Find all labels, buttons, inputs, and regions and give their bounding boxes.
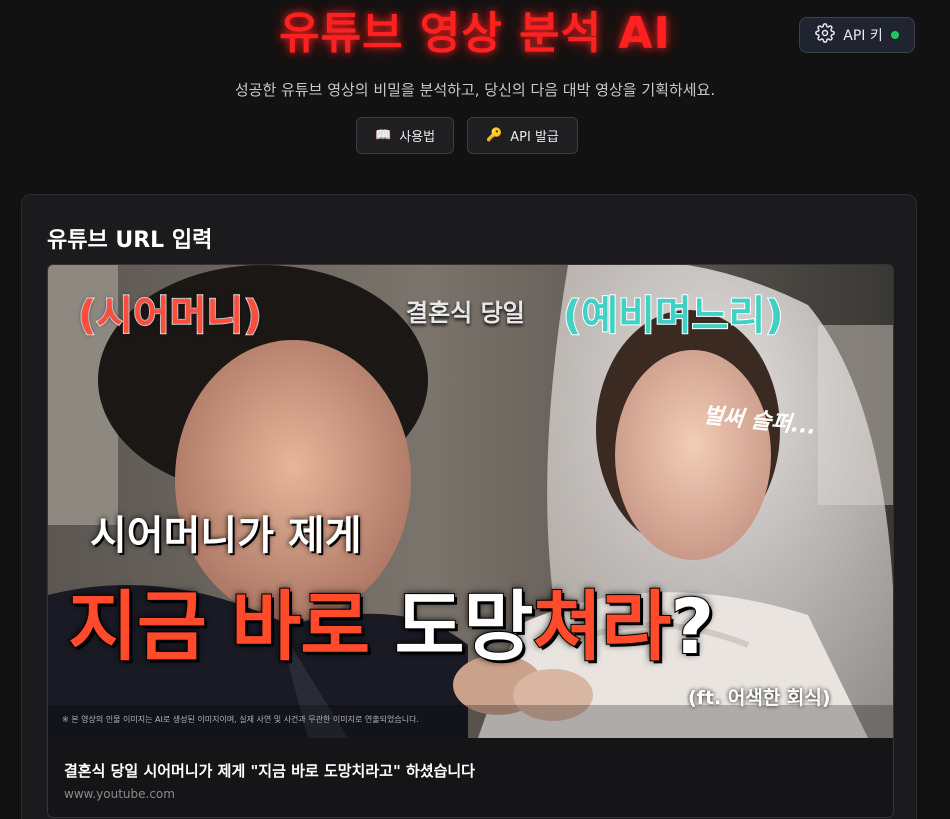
api-key-label: API 키 [843,28,883,44]
gear-icon [815,23,836,47]
usage-guide-label: 사용법 [399,130,436,145]
api-issue-button[interactable]: 🔑 API 발급 [467,117,578,154]
nav-buttons: 📖 사용법 🔑 API 발급 [356,117,578,154]
book-icon: 📖 [375,128,392,143]
thumb-mother-label: (시어머니) [77,292,263,340]
thumb-headline-line2: 지금 바로 도망쳐라? [67,565,715,675]
thumb-bride-label: (예비며느리) [562,292,785,340]
thumb-headline-red2: 쳐라 [531,581,672,672]
url-input-card: 유튜브 URL 입력 (시어머니) 결혼식 당일 (예비며느리) 벌써 슬퍼..… [21,194,917,819]
api-issue-label: API 발급 [510,130,559,145]
thumb-headline-red1: 지금 바로 [67,581,395,672]
video-domain: www.youtube.com [64,787,175,801]
thumb-headline-line1: 시어머니가 제게 [90,513,362,559]
page: 유튜브 영상 분석 AI API 키 성공한 유튜브 영상의 비밀을 분석하고,… [0,0,950,819]
section-title: 유튜브 URL 입력 [47,228,213,253]
key-icon: 🔑 [486,128,503,143]
thumb-disclaimer: ※ 본 영상의 인물 이미지는 AI로 생성된 이미지이며, 실제 사연 및 사… [62,715,419,724]
video-preview-card[interactable]: (시어머니) 결혼식 당일 (예비며느리) 벌써 슬퍼... 시어머니가 제게 … [47,264,894,818]
thumb-wedding-day: 결혼식 당일 [406,299,525,327]
video-title[interactable]: 결혼식 당일 시어머니가 제게 "지금 바로 도망치라고" 하셨습니다 [64,760,475,781]
thumb-headline-white: 도망 [394,581,535,672]
thumb-headline-end: ? [669,581,715,672]
subtitle: 성공한 유튜브 영상의 비밀을 분석하고, 당신의 다음 대박 영상을 기획하세… [234,81,716,99]
thumb-footnote: (ft. 어색한 회식) [688,687,831,709]
api-key-button[interactable]: API 키 [799,17,915,53]
usage-guide-button[interactable]: 📖 사용법 [356,117,455,154]
video-thumbnail[interactable]: (시어머니) 결혼식 당일 (예비며느리) 벌써 슬퍼... 시어머니가 제게 … [48,265,893,738]
status-dot-icon [890,31,899,39]
